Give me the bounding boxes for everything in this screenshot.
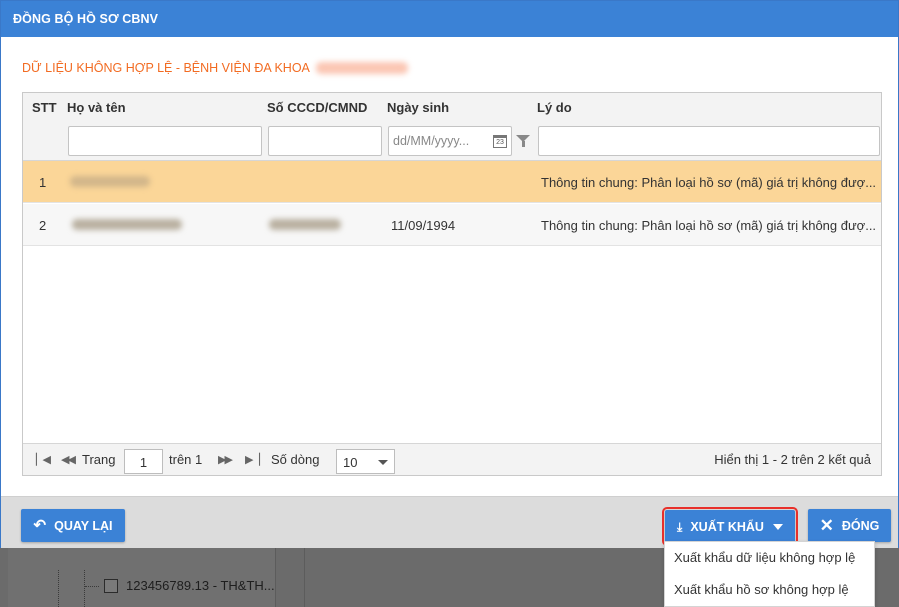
calendar-icon[interactable]: 23 (493, 135, 507, 148)
back-button-label: QUAY LẠI (54, 518, 113, 533)
dob-filter-input[interactable]: dd/MM/yyyy... 23 (388, 126, 512, 156)
rows-label: Số dòng (271, 452, 320, 467)
row-id-redacted (269, 218, 341, 233)
column-name[interactable]: Họ và tên (67, 100, 126, 115)
row-reason: Thông tin chung: Phân loại hồ sơ (mã) gi… (541, 218, 877, 233)
tree-line (58, 570, 59, 607)
column-id-number[interactable]: Số CCCD/CMND (267, 100, 367, 115)
export-dropdown-menu: Xuất khẩu dữ liệu không hợp lệ Xuất khẩu… (664, 541, 875, 607)
export-icon: ⤓ (677, 519, 683, 534)
tree-item-checkbox[interactable] (104, 579, 118, 593)
close-button[interactable]: ✕ ĐÓNG (808, 509, 891, 542)
table-row[interactable]: 1 Thông tin chung: Phân loại hồ sơ (mã) … (23, 161, 881, 203)
name-filter-input[interactable] (68, 126, 262, 156)
menu-item-export-invalid-data[interactable]: Xuất khẩu dữ liệu không hợp lệ (674, 550, 855, 565)
dialog-subtitle: DỮ LIỆU KHÔNG HỢP LỆ - BỆNH VIỆN ĐA KHOA (22, 61, 408, 75)
id-filter-input[interactable] (268, 126, 382, 156)
page-label: Trang (82, 452, 116, 467)
table-row[interactable]: 2 11/09/1994 Thông tin chung: Phân loại … (23, 204, 881, 246)
tree-line (85, 586, 99, 587)
close-button-label: ĐÓNG (841, 518, 880, 533)
column-dob[interactable]: Ngày sinh (387, 100, 449, 115)
back-arrow-icon: ↶ (33, 517, 47, 534)
row-name-redacted (72, 218, 182, 233)
background-divider (304, 548, 305, 607)
tree-item-label: 123456789.13 - TH&TH... (126, 578, 275, 593)
chevron-down-icon (378, 460, 388, 465)
row-name-redacted (70, 175, 150, 190)
export-button[interactable]: ⤓ XUẤT KHẨU (662, 507, 798, 546)
row-stt: 1 (39, 175, 47, 190)
row-dob: 11/09/1994 (391, 218, 456, 233)
back-button[interactable]: ↶ QUAY LẠI (21, 509, 125, 542)
page-input[interactable]: 1 (124, 449, 163, 474)
dob-placeholder: dd/MM/yyyy... (393, 134, 470, 148)
rows-per-page-select[interactable]: 10 (336, 449, 395, 474)
last-page-icon[interactable]: ▶▕ (245, 453, 260, 466)
column-reason[interactable]: Lý do (537, 100, 572, 115)
row-stt: 2 (39, 218, 47, 233)
grid-pager: ▏◀ ◀◀ Trang 1 trên 1 ▶▶ ▶▕ Số dòng 10 Hi… (23, 443, 881, 475)
background-tree-panel: 123456789.13 - TH&TH... (8, 548, 276, 607)
pager-info: Hiển thị 1 - 2 trên 2 kết quả (714, 452, 871, 467)
page-of-label: trên 1 (169, 452, 203, 467)
close-icon: ✕ (819, 516, 834, 535)
export-button-label: XUẤT KHẨU (690, 519, 764, 534)
row-reason: Thông tin chung: Phân loại hồ sơ (mã) gi… (541, 175, 877, 190)
chevron-down-icon (772, 523, 783, 530)
column-stt[interactable]: STT (32, 100, 57, 115)
redacted-hospital-name (315, 62, 408, 74)
grid-header: STT Họ và tên Số CCCD/CMND Ngày sinh Lý … (23, 93, 881, 161)
sync-dialog: ĐỒNG BỘ HỒ SƠ CBNV DỮ LIỆU KHÔNG HỢP LỆ … (0, 0, 899, 548)
menu-item-export-invalid-records[interactable]: Xuất khẩu hồ sơ không hợp lệ (674, 582, 849, 597)
invalid-data-grid: STT Họ và tên Số CCCD/CMND Ngày sinh Lý … (22, 92, 882, 476)
rows-per-page-value: 10 (343, 455, 358, 470)
tree-line (84, 570, 85, 607)
filter-icon-stem (522, 141, 525, 147)
next-page-icon[interactable]: ▶▶ (218, 453, 233, 466)
subtitle-text: DỮ LIỆU KHÔNG HỢP LỆ - BỆNH VIỆN ĐA KHOA (22, 61, 310, 75)
reason-filter-input[interactable] (538, 126, 880, 156)
dialog-title: ĐỒNG BỘ HỒ SƠ CBNV (1, 1, 898, 37)
first-page-icon[interactable]: ▏◀ (36, 453, 51, 466)
prev-page-icon[interactable]: ◀◀ (61, 453, 76, 466)
